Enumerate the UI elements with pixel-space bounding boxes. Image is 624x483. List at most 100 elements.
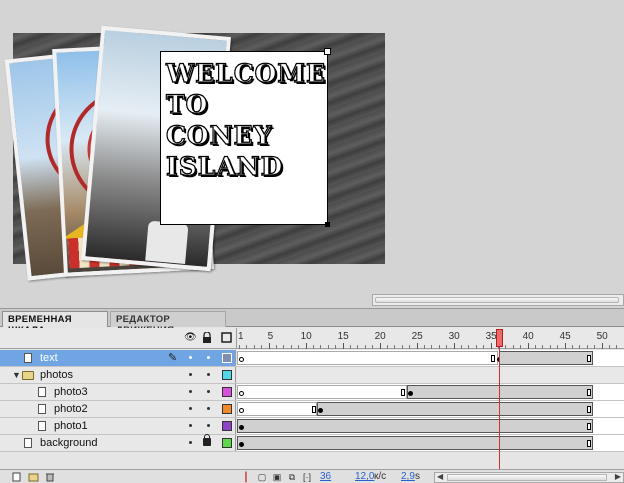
- layer-name-column[interactable]: photo3: [0, 384, 236, 400]
- frame-span[interactable]: [237, 351, 498, 365]
- eye-icon[interactable]: 👁: [184, 332, 197, 344]
- layer-name-column[interactable]: text ✎: [0, 350, 236, 366]
- ruler-tick: [320, 345, 322, 349]
- lock-toggle[interactable]: [207, 356, 210, 359]
- keyframe[interactable]: [239, 357, 244, 362]
- keyframe[interactable]: [239, 408, 244, 413]
- frame-end-marker[interactable]: [312, 406, 316, 413]
- frame-end-marker[interactable]: [587, 440, 591, 447]
- visibility-toggle[interactable]: [189, 373, 192, 376]
- layer-row-photo2[interactable]: photo2: [0, 401, 624, 418]
- visibility-toggle[interactable]: [189, 407, 192, 410]
- new-layer-icon[interactable]: [12, 472, 22, 482]
- lock-toggle[interactable]: [207, 424, 210, 427]
- playhead[interactable]: [496, 328, 503, 476]
- layer-color-swatch[interactable]: [222, 404, 232, 414]
- center-frame-icon[interactable]: ┃: [241, 472, 251, 482]
- text-line: CONEY: [165, 120, 327, 151]
- frame-span[interactable]: [237, 385, 407, 399]
- frame-span[interactable]: [317, 402, 593, 416]
- layer-name-column[interactable]: photo1: [0, 418, 236, 434]
- frame-ruler[interactable]: 1 5 10 15 20 25 30 35 40 45 50: [236, 328, 624, 349]
- layer-frames[interactable]: [237, 401, 624, 417]
- keyframe[interactable]: [239, 391, 244, 396]
- layer-color-swatch[interactable]: [222, 370, 232, 380]
- transform-handle[interactable]: [325, 222, 330, 227]
- frame-end-marker[interactable]: [491, 355, 495, 362]
- layer-color-swatch[interactable]: [222, 421, 232, 431]
- stage[interactable]: WELCOME TO CONEY ISLAND: [0, 0, 624, 290]
- ruler-tick: [424, 345, 425, 349]
- ruler-tick: [394, 345, 396, 349]
- layer-row-photo1[interactable]: photo1: [0, 418, 624, 435]
- keyframe[interactable]: [239, 425, 244, 430]
- delete-icon[interactable]: [45, 472, 55, 482]
- ruler-tick: [475, 345, 477, 349]
- ruler-label: 50: [596, 331, 608, 342]
- timeline-horizontal-scrollbar[interactable]: ◀ ▶: [434, 472, 624, 483]
- edit-multiple-frames-icon[interactable]: ⧉: [287, 472, 297, 482]
- text-line: ISLAND: [165, 151, 327, 182]
- frame-rate-value[interactable]: 12,0: [355, 471, 374, 482]
- lock-icon[interactable]: [201, 331, 213, 344]
- outline-icon[interactable]: [220, 332, 232, 344]
- new-folder-icon[interactable]: [28, 472, 39, 482]
- lock-toggle[interactable]: [207, 373, 210, 376]
- frame-span[interactable]: [499, 351, 593, 365]
- layer-frames[interactable]: [237, 418, 624, 434]
- frame-end-marker[interactable]: [587, 389, 591, 396]
- scroll-right-arrow-icon[interactable]: ▶: [615, 472, 621, 481]
- keyframe[interactable]: [318, 408, 323, 413]
- frame-span[interactable]: [237, 436, 593, 450]
- layer-row-text[interactable]: text ✎: [0, 350, 624, 367]
- frame-span[interactable]: [237, 402, 317, 416]
- modify-onion-markers-icon[interactable]: [·]: [302, 472, 312, 482]
- visibility-toggle[interactable]: [189, 441, 192, 444]
- expand-triangle-icon[interactable]: ▼: [12, 370, 21, 380]
- layer-frames[interactable]: [237, 350, 624, 366]
- onion-skin-icon[interactable]: ▢: [257, 472, 267, 482]
- stage-canvas[interactable]: WELCOME TO CONEY ISLAND: [4, 25, 385, 281]
- onion-skin-outlines-icon[interactable]: ▣: [272, 472, 282, 482]
- layer-row-photo3[interactable]: photo3: [0, 384, 624, 401]
- layer-frames[interactable]: [237, 435, 624, 451]
- layer-frames[interactable]: [237, 384, 624, 400]
- layer-row-photos[interactable]: ▼ photos: [0, 367, 624, 384]
- scroll-left-arrow-icon[interactable]: ◀: [437, 472, 443, 481]
- keyframe[interactable]: [239, 442, 244, 447]
- layer-name-column[interactable]: photo2: [0, 401, 236, 417]
- scrollbar-thumb[interactable]: [375, 297, 619, 303]
- ruler-tick: [557, 345, 559, 349]
- lock-toggle[interactable]: [207, 390, 210, 393]
- layer-name-column[interactable]: background: [0, 434, 236, 451]
- frame-end-marker[interactable]: [401, 389, 405, 396]
- frame-span[interactable]: [237, 419, 593, 433]
- ruler-label: 45: [559, 331, 571, 342]
- ruler-tick: [453, 343, 455, 349]
- layer-name-column[interactable]: ▼ photos: [0, 367, 236, 383]
- stage-horizontal-scrollbar[interactable]: [372, 294, 624, 306]
- welcome-text-box[interactable]: WELCOME TO CONEY ISLAND: [160, 48, 331, 227]
- frame-end-marker[interactable]: [587, 423, 591, 430]
- current-frame-value[interactable]: 36: [320, 471, 331, 482]
- lock-toggle[interactable]: [207, 407, 210, 410]
- layer-frames[interactable]: [237, 367, 624, 383]
- tab-motion-editor[interactable]: РЕДАКТОР ДВИЖЕНИЯ: [110, 311, 226, 336]
- frame-end-marker[interactable]: [587, 406, 591, 413]
- transform-handle[interactable]: [324, 48, 331, 55]
- layer-row-background[interactable]: background: [0, 434, 624, 452]
- visibility-toggle[interactable]: [189, 356, 192, 359]
- visibility-toggle[interactable]: [189, 390, 192, 393]
- layer-color-swatch[interactable]: [222, 438, 232, 448]
- layer-color-swatch[interactable]: [222, 387, 232, 397]
- playhead-handle[interactable]: [496, 329, 503, 347]
- visibility-toggle[interactable]: [189, 424, 192, 427]
- lock-icon[interactable]: [203, 434, 211, 446]
- elapsed-time-value[interactable]: 2,9: [401, 471, 415, 482]
- tab-timeline[interactable]: ВРЕМЕННАЯ ШКАЛА: [2, 311, 108, 336]
- scrollbar-thumb[interactable]: [447, 474, 607, 481]
- layer-color-swatch[interactable]: [222, 353, 232, 363]
- keyframe[interactable]: [408, 391, 413, 396]
- text-line: WELCOME: [165, 58, 327, 88]
- frame-end-marker[interactable]: [587, 355, 591, 362]
